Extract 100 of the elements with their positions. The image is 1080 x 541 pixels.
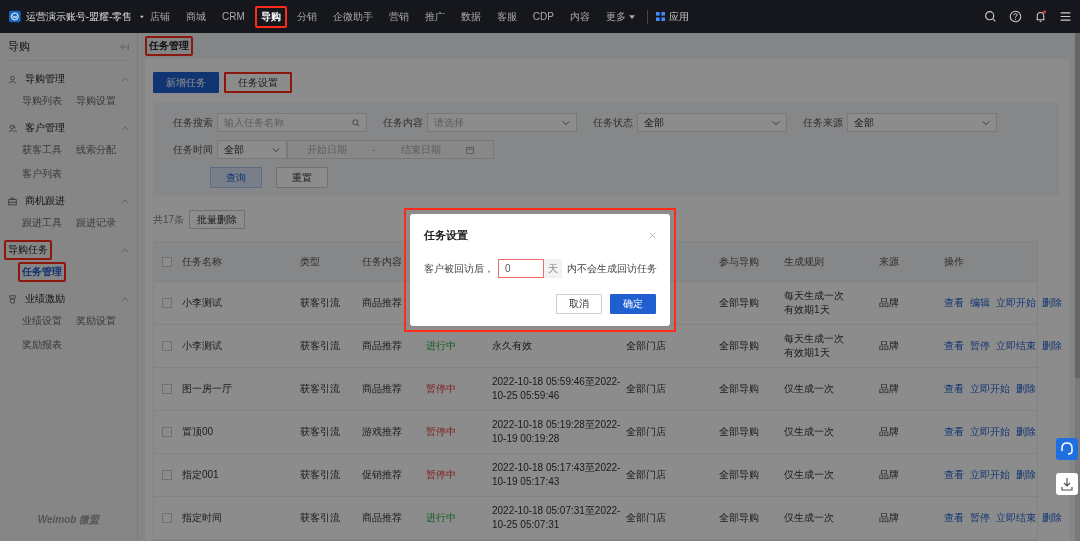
select-field[interactable]: 全部 [637,113,787,132]
menu-icon[interactable] [1059,10,1072,23]
table-cell-text: 每天生成一次 有效期1天 [784,332,845,360]
table-cell: 商品推荐 [362,340,402,351]
sidebar-item[interactable]: 客户列表 [18,164,66,184]
caret-icon[interactable] [140,14,144,19]
checkbox[interactable] [161,384,172,394]
action-link[interactable]: 删除 [1042,339,1062,353]
table-cell-text: 2022-10-18 05:59:46至2022- 10-25 05:59:46 [492,375,622,403]
caret-icon [628,14,635,19]
select-field[interactable]: 全部 [217,140,287,159]
sidebar-item[interactable]: 奖励设置 [72,311,120,331]
toolbar-button[interactable]: 任务设置 [224,72,292,93]
sidebar-group[interactable]: 业绩激励 [21,289,69,309]
nav-tab[interactable]: 推广 [418,5,451,28]
close-icon[interactable] [649,232,656,239]
table-cell: 品牌 [879,340,899,351]
sidebar-item[interactable]: 线索分配 [72,140,120,160]
nav-tab[interactable]: 营销 [382,5,415,28]
chevron-icon[interactable] [121,247,129,253]
sidebar-item[interactable]: 奖励报表 [18,335,66,355]
search-icon[interactable] [984,10,997,23]
sidebar-group[interactable]: 客户管理 [21,118,69,138]
scrollbar-thumb[interactable] [1075,33,1080,378]
sidebar-item[interactable]: 导购设置 [72,91,120,111]
bulk-delete-button[interactable]: 批量删除 [189,210,246,229]
action-link[interactable]: 立即结束 [996,511,1036,525]
table-cell: 获客引流 [300,297,340,308]
action-link[interactable]: 编辑 [970,296,990,310]
chevron-icon[interactable] [121,125,129,131]
nav-tab[interactable]: 数据 [454,5,487,28]
action-link[interactable]: 查看 [944,425,964,439]
nav-tab[interactable]: CRM [216,7,251,26]
checkbox[interactable] [161,341,172,351]
nav-tab[interactable]: 分销 [290,5,323,28]
filter-button[interactable]: 重置 [276,167,328,188]
table-cell: 商品推荐 [362,512,402,523]
nav-tab[interactable]: 店铺 [144,5,176,28]
table-cell: 品牌 [879,297,899,308]
action-link[interactable]: 删除 [1016,425,1036,439]
action-link[interactable]: 删除 [1016,382,1036,396]
action-link[interactable]: 立即开始 [970,425,1010,439]
select-field[interactable]: 全部 [847,113,997,132]
days-input[interactable]: 0 [498,259,544,278]
action-link[interactable]: 立即开始 [970,468,1010,482]
table-cell: 获客引流 [300,469,340,480]
nav-tab[interactable]: 更多 [599,5,641,28]
chevron-icon[interactable] [121,296,129,302]
nav-tab[interactable]: 企微助手 [326,5,379,28]
sidebar-group[interactable]: 导购管理 [21,69,69,89]
nav-tab[interactable]: 商城 [180,5,212,28]
action-link[interactable]: 删除 [1042,296,1062,310]
table-cell-text: 仅生成一次 [784,468,835,482]
headset-icon[interactable] [1056,438,1078,460]
sidebar-group[interactable]: 商机跟进 [21,191,69,211]
nav-tab[interactable]: 内容 [563,5,596,28]
action-link[interactable]: 删除 [1042,511,1062,525]
bell-icon[interactable] [1034,10,1047,23]
filter-label: 任务来源 [803,115,843,130]
sidebar-group[interactable]: 导购任务 [4,240,52,260]
download-icon[interactable] [1056,473,1078,495]
dialog-button[interactable]: 取消 [556,294,602,314]
table-cell-text: 每天生成一次 有效期1天 [784,289,845,317]
sidebar-item[interactable]: 导购列表 [18,91,66,111]
checkbox[interactable] [161,427,172,437]
checkbox[interactable] [161,513,172,523]
checkbox[interactable] [161,256,172,267]
sidebar-item[interactable]: 业绩设置 [18,311,66,331]
action-link[interactable]: 暂停 [970,339,990,353]
apps-link[interactable]: 应用 [668,9,689,24]
action-link[interactable]: 立即开始 [970,382,1010,396]
action-link[interactable]: 查看 [944,339,964,353]
nav-tab[interactable]: CDP [526,7,560,26]
dialog-button[interactable]: 确定 [610,294,656,314]
filter-button[interactable]: 查询 [210,167,262,188]
action-link[interactable]: 立即开始 [996,296,1036,310]
collapse-icon[interactable] [120,42,129,51]
chevron-icon[interactable] [121,198,129,204]
filter-label: 任务内容 [383,115,423,130]
action-link[interactable]: 立即结束 [996,339,1036,353]
action-link[interactable]: 暂停 [970,511,990,525]
action-link[interactable]: 查看 [944,296,964,310]
action-link[interactable]: 查看 [944,511,964,525]
nav-tab[interactable]: 导购 [254,5,287,28]
field-label: 客户被回访后， [424,261,494,276]
checkbox[interactable] [161,470,172,480]
action-link[interactable]: 删除 [1016,468,1036,482]
help-icon[interactable] [1009,10,1022,23]
account-switcher[interactable]: 运营演示账号-盟耀-零售 [25,9,133,24]
table-cell: 全部导购 [719,469,759,480]
sidebar-item[interactable]: 任务管理 [18,262,66,282]
action-link[interactable]: 查看 [944,382,964,396]
sidebar-item[interactable]: 跟进记录 [72,213,120,233]
action-link[interactable]: 查看 [944,468,964,482]
nav-tab[interactable]: 客服 [490,5,523,28]
chevron-icon[interactable] [121,76,129,82]
medal-icon [8,294,17,304]
table-cell: 小李测试 [182,297,222,308]
toolbar-button[interactable]: 新增任务 [153,72,219,93]
checkbox[interactable] [161,298,172,308]
